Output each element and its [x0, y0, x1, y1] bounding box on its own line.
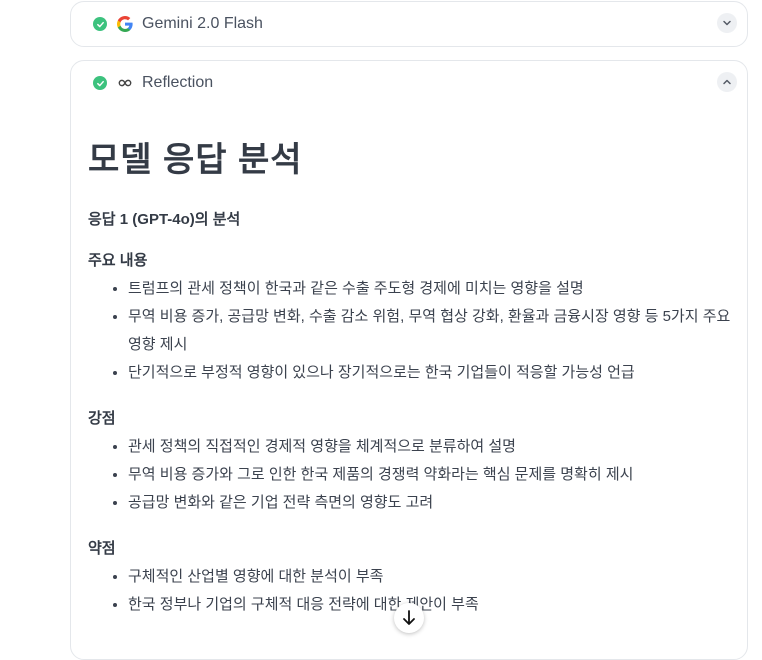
list-item: 무역 비용 증가와 그로 인한 한국 제품의 경쟁력 약화라는 핵심 문제를 명…: [128, 461, 738, 489]
list-item: 공급망 변화와 같은 기업 전략 측면의 영향도 고려: [128, 489, 738, 517]
infinity-icon: [117, 75, 133, 91]
bullet-list: 관세 정책의 직접적인 경제적 영향을 체계적으로 분류하여 설명 무역 비용 …: [88, 433, 738, 517]
analysis-subheading: 응답 1 (GPT-4o)의 분석: [88, 210, 241, 228]
model-name: Gemini 2.0 Flash: [142, 15, 263, 32]
chevron-up-icon[interactable]: [717, 72, 737, 92]
model-name: Reflection: [142, 74, 214, 91]
google-icon: [117, 16, 133, 32]
check-icon: [93, 76, 107, 90]
list-item: 한국 정부나 기업의 구체적 대응 전략에 대한 제안이 부족: [128, 591, 738, 619]
check-icon: [93, 17, 107, 31]
list-item: 구체적인 산업별 영향에 대한 분석이 부족: [128, 563, 738, 591]
scroll-to-bottom-button[interactable]: [394, 603, 424, 633]
response-content: 모델 응답 분석 응답 1 (GPT-4o)의 분석 주요 내용 트럼프의 관세…: [88, 140, 738, 619]
section-title: 주요 내용: [88, 251, 148, 269]
section-title: 약점: [88, 539, 116, 557]
model-card-header[interactable]: Reflection: [71, 61, 747, 105]
section-title: 강점: [88, 409, 116, 427]
page-title: 모델 응답 분석: [88, 141, 303, 179]
list-item: 관세 정책의 직접적인 경제적 영향을 체계적으로 분류하여 설명: [128, 433, 738, 461]
arrow-down-icon: [403, 610, 415, 625]
list-item: 단기적으로 부정적 영향이 있으나 장기적으로는 한국 기업들이 적응할 가능성…: [128, 359, 738, 387]
model-card-gemini[interactable]: Gemini 2.0 Flash: [70, 1, 748, 47]
bullet-list: 트럼프의 관세 정책이 한국과 같은 수출 주도형 경제에 미치는 영향을 설명…: [88, 275, 738, 387]
list-item: 트럼프의 관세 정책이 한국과 같은 수출 주도형 경제에 미치는 영향을 설명: [128, 275, 738, 303]
list-item: 무역 비용 증가, 공급망 변화, 수출 감소 위험, 무역 협상 강화, 환율…: [128, 303, 738, 359]
model-card-header[interactable]: Gemini 2.0 Flash: [71, 2, 747, 46]
chevron-down-icon[interactable]: [717, 13, 737, 33]
